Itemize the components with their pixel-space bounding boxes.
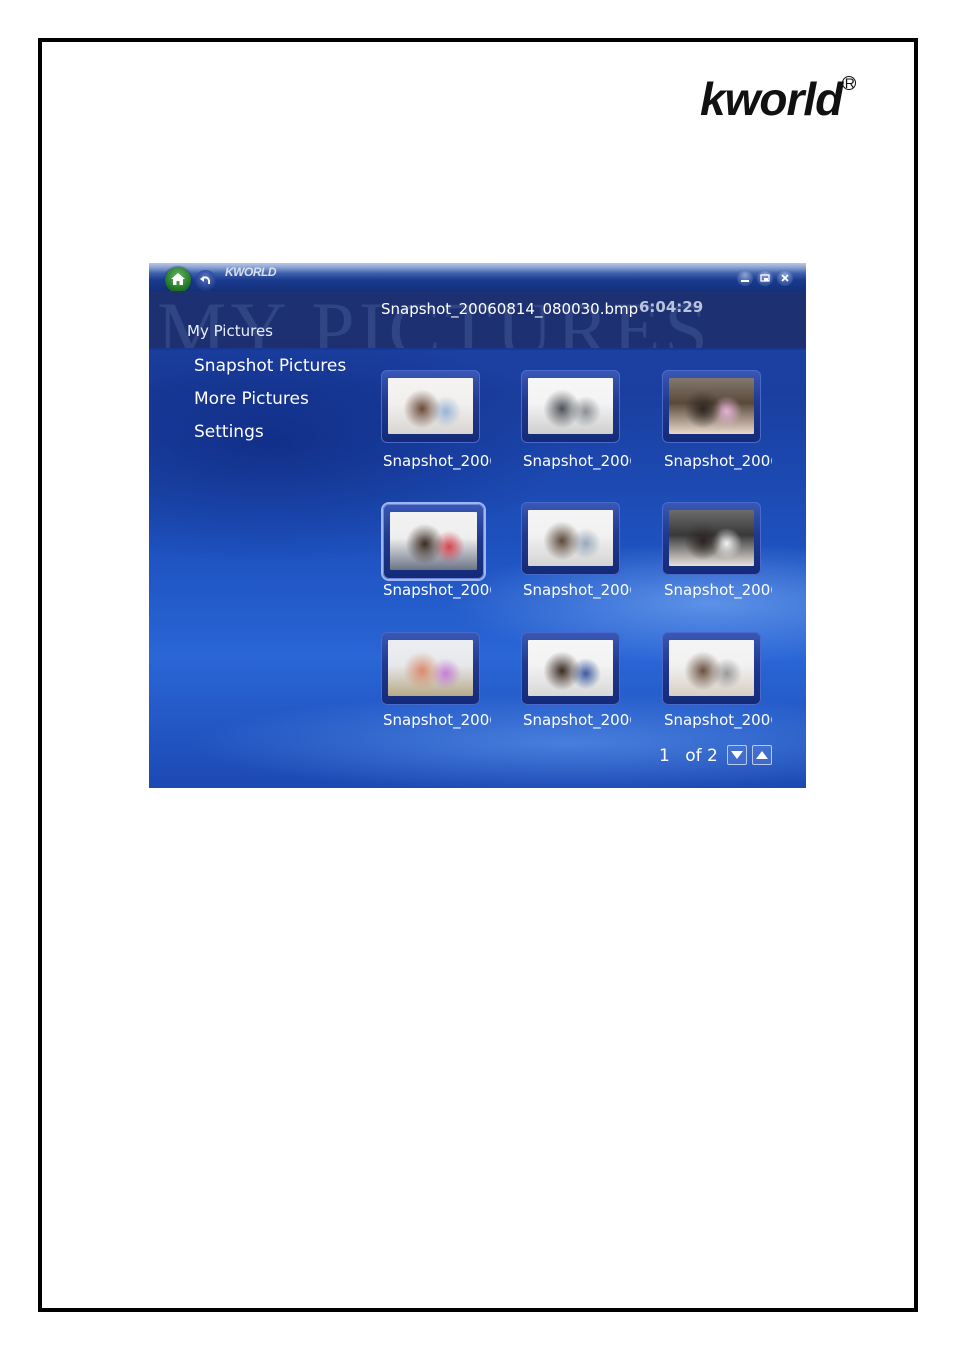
picture-thumbnail bbox=[388, 640, 473, 696]
header-band: MY PICTURES My Pictures Snapshot_2006081… bbox=[149, 291, 806, 350]
section-title: My Pictures bbox=[187, 322, 273, 340]
picture-tile[interactable] bbox=[662, 370, 761, 443]
sidebar-item-more-pictures[interactable]: More Pictures bbox=[194, 389, 309, 409]
picture-label[interactable]: Snapshot_2006 bbox=[383, 711, 491, 729]
pager-status: 1 of 2 bbox=[659, 746, 718, 766]
brand-logo-text: kworld bbox=[700, 73, 843, 125]
restore-icon bbox=[760, 274, 770, 282]
picture-label[interactable]: Snapshot_2006 bbox=[383, 581, 491, 599]
page-down-button[interactable] bbox=[727, 745, 747, 765]
back-button[interactable] bbox=[195, 270, 216, 291]
home-button[interactable] bbox=[165, 267, 191, 293]
titlebar-logo: KWORLD bbox=[225, 265, 277, 279]
picture-thumbnail bbox=[669, 640, 754, 696]
picture-tile[interactable] bbox=[521, 502, 620, 575]
home-icon bbox=[171, 273, 185, 285]
restore-button[interactable] bbox=[757, 270, 773, 286]
picture-thumbnail bbox=[669, 378, 754, 434]
page-up-icon bbox=[756, 751, 768, 759]
current-file-name: Snapshot_20060814_080030.bmp bbox=[381, 300, 639, 318]
close-icon bbox=[781, 274, 789, 282]
picture-thumbnail bbox=[528, 510, 613, 566]
picture-tile[interactable] bbox=[662, 502, 761, 575]
picture-tile[interactable] bbox=[383, 504, 484, 579]
media-center-window: KWORLD MY PICTURES My Pictures Snapshot_… bbox=[149, 263, 806, 788]
brand-logo: kworld R bbox=[700, 72, 857, 126]
picture-label[interactable]: Snapshot_2006 bbox=[664, 581, 772, 599]
picture-tile[interactable] bbox=[381, 370, 480, 443]
back-arrow-icon bbox=[200, 276, 211, 285]
minimize-icon bbox=[741, 280, 749, 282]
picture-thumbnail bbox=[390, 512, 477, 570]
picture-thumbnail bbox=[528, 640, 613, 696]
pager-total: of 2 bbox=[685, 746, 718, 766]
picture-thumbnail bbox=[528, 378, 613, 434]
clock: 6:04:29 bbox=[639, 298, 704, 316]
sidebar-item-settings[interactable]: Settings bbox=[194, 422, 264, 442]
picture-thumbnail bbox=[669, 510, 754, 566]
picture-tile[interactable] bbox=[521, 632, 620, 705]
sidebar-item-snapshot-pictures[interactable]: Snapshot Pictures bbox=[194, 356, 346, 376]
picture-tile[interactable] bbox=[662, 632, 761, 705]
picture-label[interactable]: Snapshot_2006 bbox=[523, 711, 631, 729]
page-down-icon bbox=[731, 751, 743, 759]
minimize-button[interactable] bbox=[737, 270, 753, 286]
page-up-button[interactable] bbox=[752, 745, 772, 765]
picture-label[interactable]: Snapshot_2006 bbox=[664, 452, 772, 470]
picture-label[interactable]: Snapshot_2006 bbox=[523, 452, 631, 470]
picture-tile[interactable] bbox=[521, 370, 620, 443]
close-button[interactable] bbox=[777, 270, 793, 286]
titlebar: KWORLD bbox=[149, 263, 806, 293]
picture-label[interactable]: Snapshot_2006 bbox=[664, 711, 772, 729]
picture-label[interactable]: Snapshot_2006 bbox=[383, 452, 491, 470]
picture-thumbnail bbox=[388, 378, 473, 434]
pager-current-page: 1 bbox=[659, 746, 670, 766]
picture-tile[interactable] bbox=[381, 632, 480, 705]
picture-label[interactable]: Snapshot_2006 bbox=[523, 581, 631, 599]
